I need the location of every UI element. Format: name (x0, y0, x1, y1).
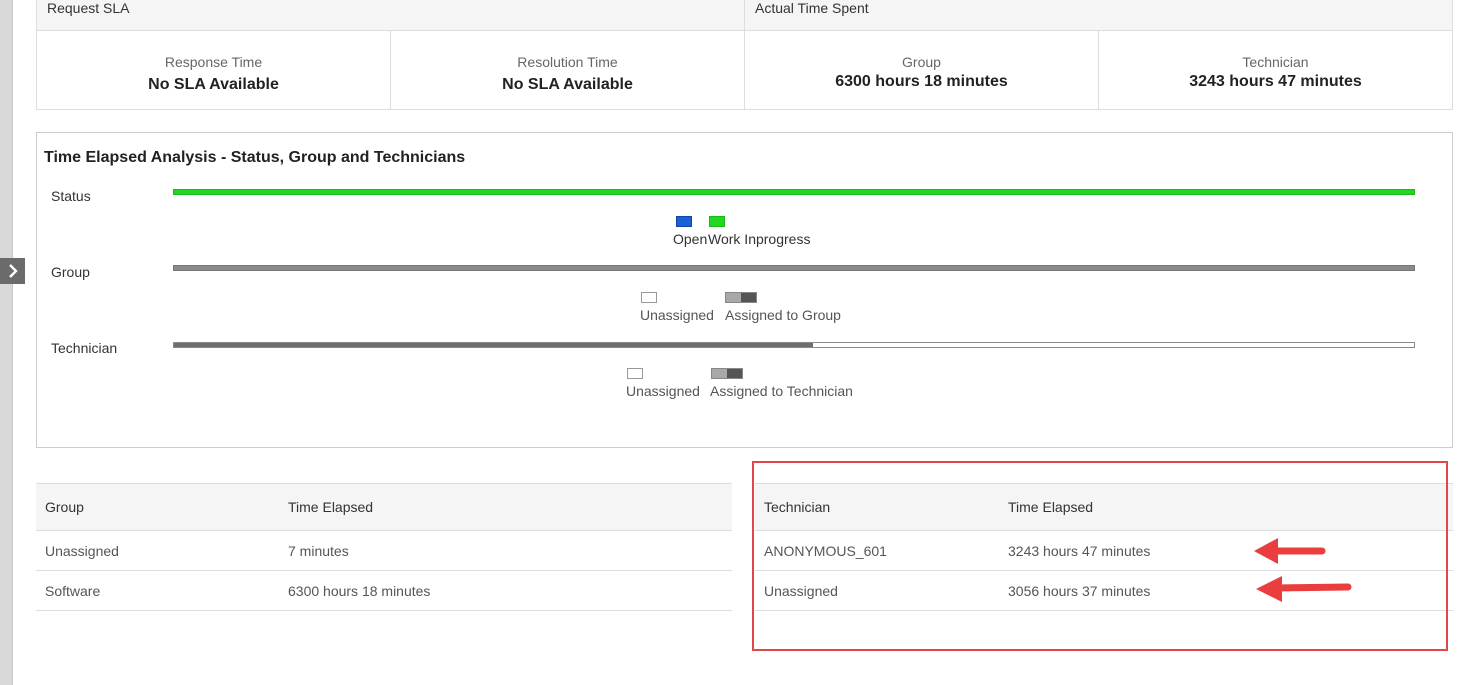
assigned-to-technician-swatch (711, 368, 743, 379)
group-time-cell: Group 6300 hours 18 minutes (745, 31, 1099, 110)
open-legend-label: Open (673, 231, 708, 247)
group-name: Software (45, 583, 101, 599)
resolution-time-cell: Resolution Time No SLA Available (391, 31, 745, 110)
technician-time-value: 3243 hours 47 minutes (1189, 73, 1362, 90)
table-row: Unassigned 7 minutes (36, 531, 732, 571)
request-sla-header: Request SLA (37, 0, 745, 31)
technician-legend: Unassigned Assigned to Technician (37, 368, 1454, 404)
time-elapsed-value: 6300 hours 18 minutes (288, 583, 431, 599)
chevron-right-icon (8, 264, 18, 278)
response-time-value: No SLA Available (148, 76, 279, 93)
open-swatch (676, 216, 692, 227)
group-time-table: Group Time Elapsed Unassigned 7 minutes … (36, 483, 732, 611)
work-inprogress-swatch (709, 216, 725, 227)
group-time-value: 6300 hours 18 minutes (835, 73, 1008, 90)
technician-time-label: Technician (1242, 54, 1309, 70)
time-elapsed-value: 7 minutes (288, 543, 349, 559)
response-time-label: Response Time (164, 54, 263, 70)
technician-unassigned-swatch (627, 368, 643, 379)
assigned-to-technician-legend-label: Assigned to Technician (710, 383, 853, 399)
group-row-label: Group (51, 264, 90, 280)
group-name: Unassigned (45, 543, 119, 559)
analysis-title: Time Elapsed Analysis - Status, Group an… (44, 149, 466, 166)
left-rail (0, 0, 13, 685)
time-elapsed-column-header: Time Elapsed (288, 499, 374, 515)
table-row: Software 6300 hours 18 minutes (36, 571, 732, 611)
sla-panel: Request SLA Actual Time Spent Response T… (36, 0, 1453, 110)
arrow-left-icon (1254, 538, 1326, 564)
group-column-header: Group (45, 499, 84, 515)
group-unassigned-swatch (641, 292, 657, 303)
highlight-box (752, 461, 1448, 651)
technician-assigned-fill (174, 343, 813, 347)
resolution-time-value: No SLA Available (502, 76, 633, 93)
status-bar (173, 189, 1415, 195)
time-elapsed-analysis-panel: Time Elapsed Analysis - Status, Group an… (36, 132, 1453, 448)
technician-row-label: Technician (51, 340, 118, 356)
status-row-label: Status (51, 188, 91, 204)
group-bar (173, 265, 1415, 271)
group-time-label: Group (902, 54, 941, 70)
group-table-header: Group Time Elapsed (36, 483, 732, 531)
actual-time-header: Actual Time Spent (745, 0, 1452, 31)
assigned-to-group-legend-label: Assigned to Group (725, 307, 841, 323)
expand-panel-button[interactable] (0, 258, 25, 284)
group-legend: Unassigned Assigned to Group (37, 292, 1454, 328)
technician-time-cell: Technician 3243 hours 47 minutes (1099, 31, 1452, 110)
response-time-cell: Response Time No SLA Available (37, 31, 391, 110)
status-legend: Open Work Inprogress (37, 216, 1454, 252)
technician-bar (173, 342, 1415, 348)
arrow-left-icon (1256, 576, 1352, 602)
work-inprogress-legend-label: Work Inprogress (708, 231, 811, 247)
technician-unassigned-legend-label: Unassigned (626, 383, 700, 399)
resolution-time-label: Resolution Time (517, 54, 618, 70)
group-unassigned-legend-label: Unassigned (640, 307, 714, 323)
assigned-to-group-swatch (725, 292, 757, 303)
